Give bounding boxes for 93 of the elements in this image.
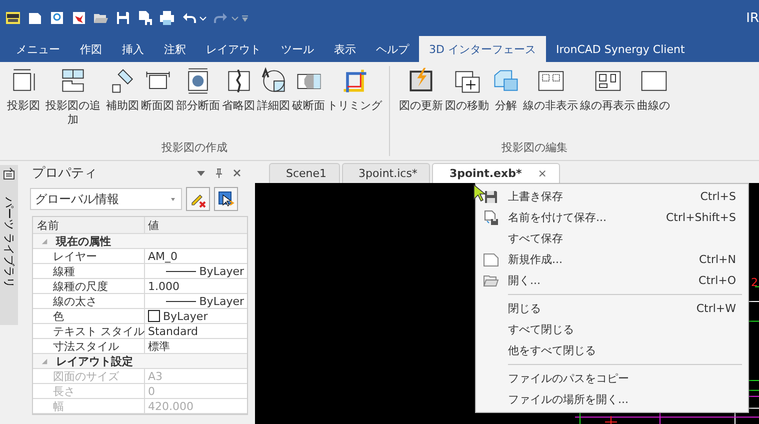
- side-tab[interactable]: パーツ ライブラリ: [0, 165, 18, 325]
- ribbon-tab[interactable]: 挿入: [112, 36, 154, 62]
- ribbon-button[interactable]: トリミング: [326, 66, 383, 140]
- ribbon-button[interactable]: 分解: [490, 66, 522, 140]
- ribbon-button[interactable]: 部分断面: [175, 66, 221, 140]
- pin-icon[interactable]: [214, 168, 224, 178]
- redo-icon[interactable]: [213, 10, 229, 26]
- property-name: 色: [33, 309, 145, 323]
- ribbon-button[interactable]: 線の再表示: [579, 66, 636, 140]
- menu-item[interactable]: ファイルの場所を開く...: [476, 389, 748, 410]
- menu-item[interactable]: 開く... Ctrl+O: [476, 270, 748, 291]
- property-name: 線種: [33, 264, 145, 278]
- menu-item[interactable]: 閉じる Ctrl+W: [476, 298, 748, 319]
- ribbon-button[interactable]: 断面図: [140, 66, 175, 140]
- ribbon-button[interactable]: 投影図: [6, 66, 41, 140]
- document-icon[interactable]: [71, 10, 87, 26]
- close-icon[interactable]: ×: [538, 167, 547, 180]
- panel-title: プロパティ: [32, 165, 98, 182]
- property-name: レイヤー: [33, 249, 145, 263]
- property-name: 線の太さ: [33, 294, 145, 308]
- mouse-pointer-icon: [473, 184, 487, 202]
- pointer-icon: [217, 190, 235, 208]
- ribbon-tab[interactable]: レイアウト: [196, 36, 271, 62]
- ribbon-button[interactable]: 投影図の追加: [41, 66, 105, 140]
- line-sample-icon: [166, 270, 196, 272]
- library-icon: [2, 167, 16, 181]
- menu-item[interactable]: 他をすべて閉じる: [476, 340, 748, 361]
- ribbon-tab[interactable]: 3D インターフェース: [419, 36, 546, 62]
- save-as-icon[interactable]: [137, 10, 153, 26]
- menu-item[interactable]: 新規作成... Ctrl+N: [476, 249, 748, 270]
- ribbon-button[interactable]: 省略図: [221, 66, 256, 140]
- save-as-icon: [483, 210, 499, 226]
- folder-icon: [483, 272, 499, 288]
- new-file-icon: [483, 252, 499, 268]
- print-icon[interactable]: [159, 10, 175, 26]
- property-name: 幅: [33, 399, 145, 413]
- document-tab[interactable]: 3point.ics*: [342, 163, 430, 183]
- document-tab[interactable]: 3point.exb* ×: [432, 163, 560, 183]
- menu-item[interactable]: すべて閉じる: [476, 319, 748, 340]
- close-icon[interactable]: [232, 168, 242, 178]
- ribbon-tab[interactable]: ツール: [271, 36, 324, 62]
- ribbon-button[interactable]: 線の非表示: [522, 66, 579, 140]
- category-label: 現在の属性: [56, 234, 111, 248]
- ribbon-button[interactable]: 図の更新: [398, 66, 444, 140]
- property-value[interactable]: ByLayer: [199, 264, 244, 278]
- ribbon-button[interactable]: 曲線の: [636, 66, 671, 140]
- customize-icon[interactable]: [241, 14, 249, 22]
- ribbon-button[interactable]: 補助図: [105, 66, 140, 140]
- window-title: IR: [746, 10, 759, 26]
- property-name: 線種の尺度: [33, 279, 145, 293]
- property-value[interactable]: 1.000: [148, 280, 180, 292]
- column-header: 値: [147, 218, 160, 232]
- property-value[interactable]: Standard: [148, 324, 198, 338]
- document-tab[interactable]: Scene1: [269, 163, 340, 183]
- property-name: 図面のサイズ: [33, 369, 145, 383]
- color-swatch: [148, 310, 160, 322]
- ribbon-button[interactable]: 図の移動: [444, 66, 490, 140]
- ribbon-tab[interactable]: 作図: [70, 36, 112, 62]
- ribbon-tab[interactable]: メニュー: [6, 36, 70, 62]
- menu-item[interactable]: 名前を付けて保存... Ctrl+Shift+S: [476, 207, 748, 228]
- group-title: 投影図の作成: [162, 140, 228, 155]
- dimension-label: 2: [751, 276, 758, 289]
- menu-item[interactable]: すべて保存: [476, 228, 748, 249]
- ribbon-button[interactable]: 詳細図: [256, 66, 291, 140]
- property-value[interactable]: ByLayer: [199, 294, 244, 308]
- document-icon[interactable]: [49, 10, 65, 26]
- property-value[interactable]: ByLayer: [163, 310, 208, 322]
- dropdown-icon[interactable]: [196, 168, 206, 178]
- caret-icon[interactable]: [231, 14, 239, 22]
- ribbon-tab[interactable]: ヘルプ: [366, 36, 419, 62]
- save-icon: [483, 188, 499, 204]
- property-name: テキスト スタイル: [33, 324, 145, 338]
- category-label: レイアウト設定: [56, 354, 133, 368]
- line-sample-icon: [166, 300, 196, 302]
- pencil-delete-button[interactable]: [186, 187, 210, 211]
- caret-icon[interactable]: [199, 14, 207, 22]
- property-name: 寸法スタイル: [33, 339, 145, 353]
- ribbon-tab[interactable]: 注釈: [154, 36, 196, 62]
- ribbon-tab[interactable]: IronCAD Synergy Client: [546, 36, 695, 62]
- app-logo-icon[interactable]: [5, 10, 21, 26]
- ribbon-tab[interactable]: 表示: [324, 36, 366, 62]
- object-dropdown[interactable]: グローバル情報: [30, 188, 182, 210]
- save-icon[interactable]: [115, 10, 131, 26]
- column-header: 名前: [33, 217, 145, 233]
- group-title: 投影図の編集: [502, 140, 568, 155]
- property-name: 長さ: [33, 384, 145, 398]
- menu-item[interactable]: ファイルのパスをコピー: [476, 368, 748, 389]
- dropdown-icon: [169, 195, 177, 203]
- ribbon-button[interactable]: 破断面: [291, 66, 326, 140]
- property-value[interactable]: AM_0: [148, 250, 178, 262]
- new-file-icon[interactable]: [27, 10, 43, 26]
- select-button[interactable]: [214, 187, 238, 211]
- property-value[interactable]: 標準: [148, 338, 170, 354]
